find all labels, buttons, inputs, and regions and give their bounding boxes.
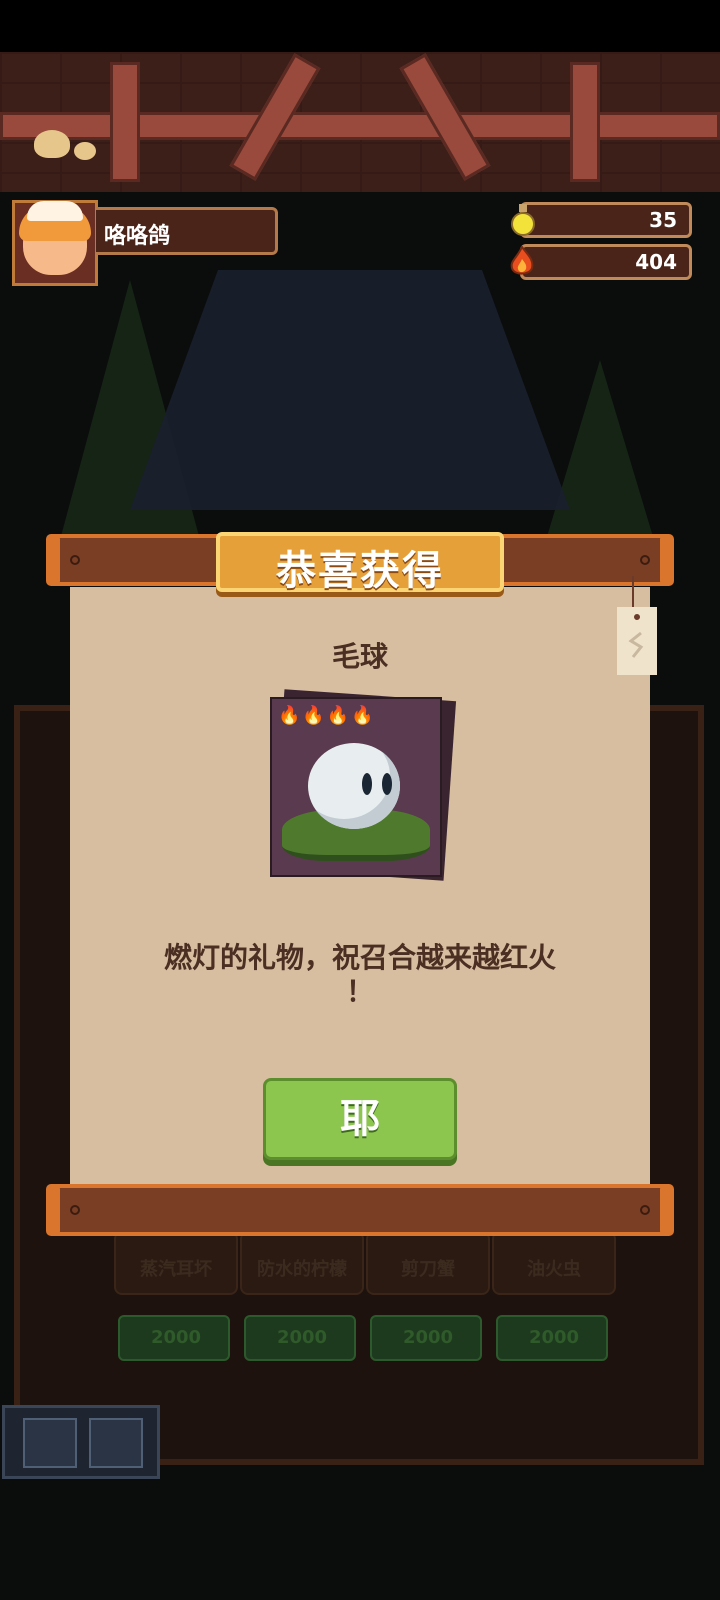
confirm-label: 耶 — [340, 1096, 380, 1142]
chick-small-icon — [74, 142, 96, 160]
shop-item-card: 防水的柠檬 — [240, 1231, 364, 1295]
tree-right — [540, 360, 660, 560]
eye — [362, 773, 372, 795]
shop-buy-button[interactable]: 2000 — [370, 1315, 482, 1361]
tool-button[interactable] — [23, 1418, 77, 1468]
shop-item-cost: 2000 — [402, 1327, 454, 1348]
fire-count: 404 — [635, 250, 677, 274]
item-name: 毛球 — [331, 640, 388, 673]
player-name: 咯咯鸽 — [104, 224, 171, 249]
scroll-cap-right — [660, 534, 674, 586]
shop-item-label: 剪刀蟹 — [401, 1259, 455, 1280]
tool-button[interactable] — [89, 1418, 143, 1468]
item-card: 🔥🔥🔥🔥 — [270, 697, 442, 877]
roof-header — [0, 52, 720, 192]
player-avatar[interactable] — [12, 200, 98, 286]
shop-item-label: 蒸汽耳坏 — [140, 1259, 212, 1280]
scroll-cap-left — [46, 1184, 60, 1236]
shop-item-label: 防水的柠檬 — [257, 1259, 347, 1280]
furball-icon — [308, 743, 400, 829]
scroll-pin — [640, 1205, 650, 1215]
shop-item-card: 油火虫 — [492, 1231, 616, 1295]
toolbar-bottom — [2, 1405, 160, 1479]
avatar-hat — [27, 201, 83, 221]
potion-icon — [510, 203, 536, 237]
shop-item-label: 油火虫 — [527, 1259, 581, 1280]
eye — [382, 773, 392, 795]
chick-icon — [34, 130, 70, 158]
shop-item-cost: 2000 — [150, 1327, 202, 1348]
game-scene: 蒸汽耳坏 防水的柠檬 剪刀蟹 油火虫 2000 2000 2000 2000 咯… — [0, 0, 720, 1600]
potion-count: 35 — [649, 208, 677, 232]
potion-counter: 35 — [520, 202, 692, 238]
scroll-bottom-bar — [48, 1184, 672, 1236]
fire-counter: 404 — [520, 244, 692, 280]
dialog-title: 恭喜获得 — [276, 548, 444, 594]
roof-beam — [0, 112, 720, 140]
scroll-cap-left — [46, 534, 60, 586]
shop-item-card: 剪刀蟹 — [366, 1231, 490, 1295]
shop-buy-button[interactable]: 2000 — [244, 1315, 356, 1361]
shop-buy-button[interactable]: 2000 — [118, 1315, 230, 1361]
roof-post-right — [570, 62, 600, 182]
item-rarity-flames: 🔥🔥🔥🔥 — [278, 705, 376, 726]
roof-post-left — [110, 62, 140, 182]
scroll-pin — [640, 555, 650, 565]
item-description-cont: ！ — [345, 975, 374, 1008]
player-name-bar: 咯咯鸽 — [96, 207, 278, 255]
confirm-button[interactable]: 耶 — [263, 1078, 457, 1160]
scroll-cap-right — [660, 1184, 674, 1236]
shop-item-cost: 2000 — [528, 1327, 580, 1348]
tag-string — [632, 576, 634, 610]
shop-item-card: 蒸汽耳坏 — [114, 1231, 238, 1295]
scroll-pin — [70, 555, 80, 565]
dialog-title-plate: 恭喜获得 — [216, 532, 504, 594]
shop-item-cost: 2000 — [276, 1327, 328, 1348]
shop-buy-button[interactable]: 2000 — [496, 1315, 608, 1361]
status-bar — [0, 0, 720, 52]
fire-icon — [508, 245, 536, 278]
scroll-pin — [70, 1205, 80, 1215]
house-roof — [130, 270, 570, 510]
